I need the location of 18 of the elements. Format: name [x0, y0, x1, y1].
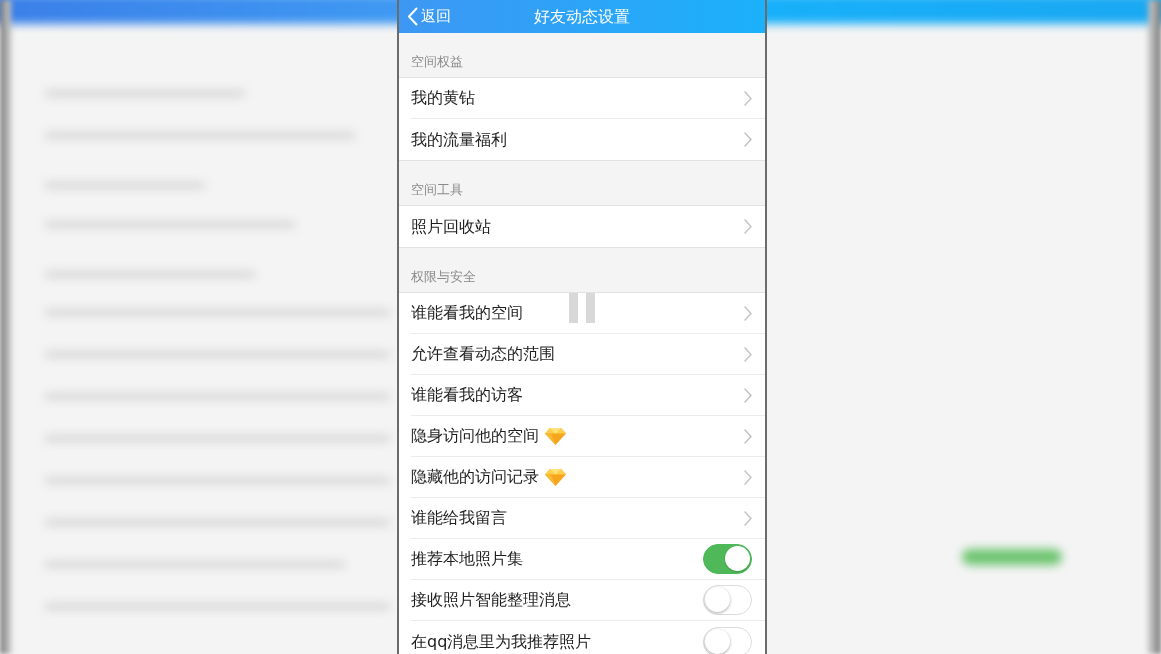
chevron-right-icon: [744, 90, 752, 106]
setting-label: 在qq消息里为我推荐照片: [411, 630, 592, 653]
chevron-right-icon: [744, 219, 752, 234]
chevron-right-icon: [744, 469, 752, 485]
chevron-right-icon: [744, 510, 752, 526]
screen-title: 好友动态设置: [534, 5, 630, 28]
chevron-right-icon: [744, 346, 752, 362]
chevron-right-icon: [744, 305, 752, 321]
toggle-switch[interactable]: [703, 544, 752, 574]
chevron-right-icon: [744, 387, 752, 403]
chevron-right-icon: [744, 428, 752, 444]
section-header: 空间工具: [411, 182, 463, 197]
setting-label: 接收照片智能整理消息: [411, 589, 571, 611]
section-header: 空间权益: [411, 54, 463, 69]
section-header: 权限与安全: [411, 269, 476, 284]
chevron-left-icon: [407, 7, 418, 26]
setting-label: 推荐本地照片集: [411, 548, 523, 570]
chevron-right-icon: [744, 132, 752, 147]
